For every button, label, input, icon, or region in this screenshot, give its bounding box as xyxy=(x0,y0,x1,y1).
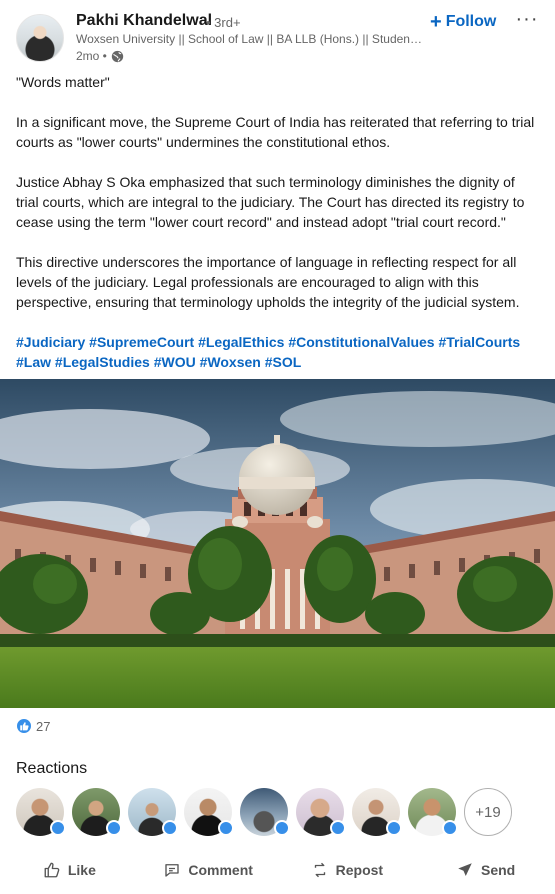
post-time: 2mo • xyxy=(76,49,107,63)
like-label: Like xyxy=(67,862,96,878)
reactor-avatar[interactable] xyxy=(240,788,290,836)
post-meta: 2mo • xyxy=(76,49,124,63)
reactions-heading: Reactions xyxy=(16,760,88,777)
post-body: "Words matter" In a significant move, th… xyxy=(16,72,541,372)
thumbs-up-icon xyxy=(44,862,60,878)
post-paragraph: This directive underscores the importanc… xyxy=(16,254,520,310)
reaction-summary[interactable]: 27 xyxy=(16,716,50,736)
like-button[interactable]: Like xyxy=(0,852,139,888)
reactor-avatar[interactable] xyxy=(296,788,346,836)
post-paragraph: In a significant move, the Supreme Court… xyxy=(16,114,535,150)
send-button[interactable]: Send xyxy=(416,852,555,888)
globe-icon xyxy=(111,50,124,62)
hashtag-link[interactable]: #SOL xyxy=(265,354,302,370)
like-icon xyxy=(218,820,234,836)
reaction-count: 27 xyxy=(36,718,51,734)
like-icon xyxy=(106,820,122,836)
send-label: Send xyxy=(481,862,516,878)
reactor-avatar[interactable] xyxy=(16,788,66,836)
comment-button[interactable]: Comment xyxy=(139,852,278,888)
hashtag-link[interactable]: #WOU xyxy=(154,354,196,370)
follow-button[interactable]: + Follow xyxy=(430,10,496,34)
author-name[interactable]: Pakhi Khandelwal xyxy=(76,12,212,30)
like-icon xyxy=(386,820,402,836)
post-paragraph: Justice Abhay S Oka emphasized that such… xyxy=(16,174,525,230)
follow-label: Follow xyxy=(445,13,497,30)
reactor-avatar[interactable] xyxy=(408,788,458,836)
supreme-court-image xyxy=(0,379,555,708)
repost-icon xyxy=(314,862,325,878)
author-headline: Woxsen University || School of Law || BA… xyxy=(76,32,424,46)
comment-label: Comment xyxy=(188,862,253,878)
reactor-avatar[interactable] xyxy=(128,788,178,836)
connection-degree: • 3rd+ xyxy=(206,15,241,30)
hashtag-link[interactable]: #Law xyxy=(16,354,51,370)
like-icon xyxy=(16,718,32,734)
author-avatar[interactable] xyxy=(16,14,64,62)
hashtag-link[interactable]: #LegalEthics xyxy=(198,334,284,350)
hashtag-link[interactable]: #ConstitutionalValues xyxy=(288,334,434,350)
hashtag-link[interactable]: #SupremeCourt xyxy=(89,334,194,350)
hashtag-link[interactable]: #LegalStudies xyxy=(55,354,150,370)
reactor-list: +19 xyxy=(16,788,546,840)
hashtag-list: #Judiciary #SupremeCourt #LegalEthics #C… xyxy=(16,332,541,372)
repost-button[interactable]: Repost xyxy=(278,852,417,888)
like-icon xyxy=(162,820,178,836)
send-icon xyxy=(458,863,472,876)
more-reactors-button[interactable]: +19 xyxy=(464,788,512,836)
repost-label: Repost xyxy=(335,862,384,878)
like-icon xyxy=(442,820,458,836)
like-icon xyxy=(50,820,66,836)
hashtag-link[interactable]: #TrialCourts xyxy=(438,334,520,350)
post-image[interactable] xyxy=(0,379,555,708)
hashtag-link[interactable]: #Judiciary xyxy=(16,334,85,350)
post-header: Pakhi Khandelwal • 3rd+ Woxsen Universit… xyxy=(0,0,555,72)
comment-icon xyxy=(165,864,180,877)
plus-icon: + xyxy=(430,11,442,33)
like-icon xyxy=(330,820,346,836)
action-bar: Like Comment Repost Send xyxy=(0,852,555,888)
more-options-button[interactable]: ··· xyxy=(514,8,540,34)
reactor-avatar[interactable] xyxy=(184,788,234,836)
hashtag-link[interactable]: #Woxsen xyxy=(200,354,261,370)
post-paragraph: "Words matter" xyxy=(16,74,110,90)
like-icon xyxy=(274,820,290,836)
reactor-avatar[interactable] xyxy=(72,788,122,836)
reactor-avatar[interactable] xyxy=(352,788,402,836)
